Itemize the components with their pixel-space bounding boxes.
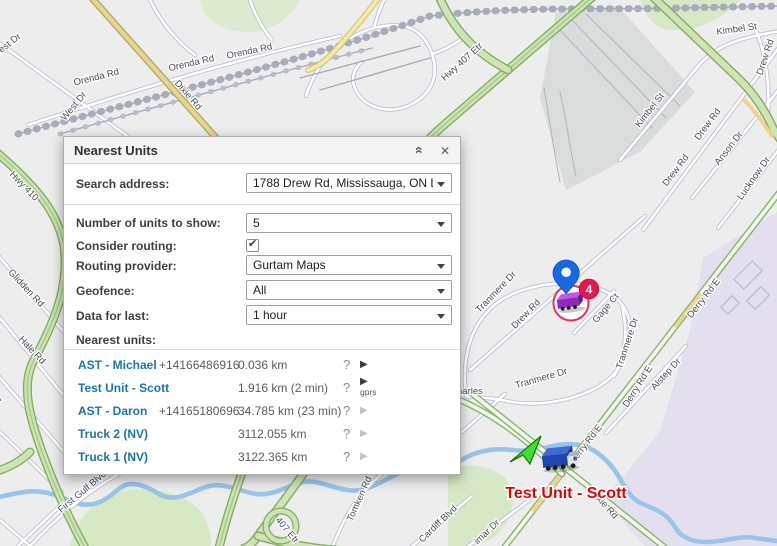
dialog-header: Nearest Units [64,137,460,164]
search-address-value: 1788 Drew Rd, Mississauga, ON L5S, Cana.… [253,176,433,190]
routing-provider-value: Gurtam Maps [253,258,433,272]
unit-query-button[interactable]: ? [343,354,350,376]
routing-provider-label: Routing provider: [76,259,177,273]
routing-provider-select[interactable]: Gurtam Maps [246,255,452,275]
park-area [70,489,211,546]
unit-phone: +14165180696 [159,400,239,422]
units-count-select[interactable]: 5 [246,213,452,233]
unit-query-button[interactable]: ? [343,446,350,468]
unit-name-link[interactable]: Test Unit - Scott [78,377,158,399]
map-road-label: Tranmere Dr [614,316,641,370]
unit-query-button[interactable]: ? [343,423,350,445]
close-icon[interactable] [440,143,450,158]
cluster-count-badge: 4 [579,279,599,299]
unit-play-arrow[interactable] [360,376,368,387]
unit-query-button[interactable]: ? [343,377,350,399]
unit-distance: 0.036 km [238,354,287,376]
nearest-units-dialog: Nearest Units Search address: 1788 Drew … [63,136,461,475]
geofence-value: All [253,283,433,297]
search-address-select[interactable]: 1788 Drew Rd, Mississauga, ON L5S, Cana.… [246,173,452,193]
map-road-label: Anson Dr [713,129,746,167]
unit-play-arrow[interactable] [360,446,368,468]
map-road-label: Tomken Rd [345,475,375,523]
separator [64,204,460,205]
units-count-value: 5 [253,216,433,230]
data-for-last-value: 1 hour [253,308,433,322]
unit-marker-label: Test Unit - Scott [505,485,627,502]
units-count-label: Number of units to show: [76,216,221,230]
unit-row: Test Unit - Scott 1.916 km (2 min) ? gpr… [64,377,460,399]
unit-row: AST - Michael +14166486916 0.036 km ? [64,354,460,376]
dialog-title: Nearest Units [74,143,158,158]
unit-play-arrow[interactable] [360,354,368,376]
unit-name-link[interactable]: Truck 2 (NV) [78,423,158,445]
unit-phone: +14166486916 [159,354,239,376]
search-address-label: Search address: [76,177,169,191]
unit-query-button[interactable]: ? [343,400,350,422]
map-road-label: Tranmere Dr [514,366,568,391]
map-road-label: Orenda Rd [73,67,121,89]
geofence-select[interactable]: All [246,280,452,300]
separator [64,349,460,350]
nearest-units-label: Nearest units: [76,333,156,347]
gprs-label: gprs [360,387,384,397]
consider-routing-label: Consider routing: [76,239,177,253]
map-road-label: Drew Rd [509,297,543,331]
map-road-label: Drew Rd [692,106,723,142]
unit-play-arrow[interactable] [360,400,368,422]
unit-name-link[interactable]: Truck 1 (NV) [78,446,158,468]
unit-row: Truck 1 (NV) 3122.365 km ? [64,446,460,468]
unit-name-link[interactable]: AST - Daron [78,400,158,422]
unit-distance: 1.916 km (2 min) [238,377,328,399]
consider-routing-checkbox[interactable] [246,239,259,252]
geofence-label: Geofence: [76,284,135,298]
map-road-label: Glidden Rd [6,267,46,309]
unit-distance: 34.785 km (23 min) [238,400,341,422]
svg-text:4: 4 [586,283,593,297]
unit-row: AST - Daron +14165180696 34.785 km (23 m… [64,400,460,422]
unit-row: Truck 2 (NV) 3112.055 km ? [64,423,460,445]
unit-distance: 3112.055 km [238,423,307,445]
collapse-icon[interactable] [416,143,424,157]
app-window: West DrWest DrOrenda RdOrenda RdOrenda R… [0,0,777,546]
unit-play-arrow[interactable] [360,423,368,445]
map-road-label: Lucknow Dr [735,155,773,202]
data-for-last-label: Data for last: [76,309,149,323]
unit-distance: 3122.365 km [238,446,307,468]
unit-name-link[interactable]: AST - Michael [78,354,158,376]
data-for-last-select[interactable]: 1 hour [246,305,452,325]
unit-play-arrow-gprs[interactable]: gprs [360,375,384,397]
